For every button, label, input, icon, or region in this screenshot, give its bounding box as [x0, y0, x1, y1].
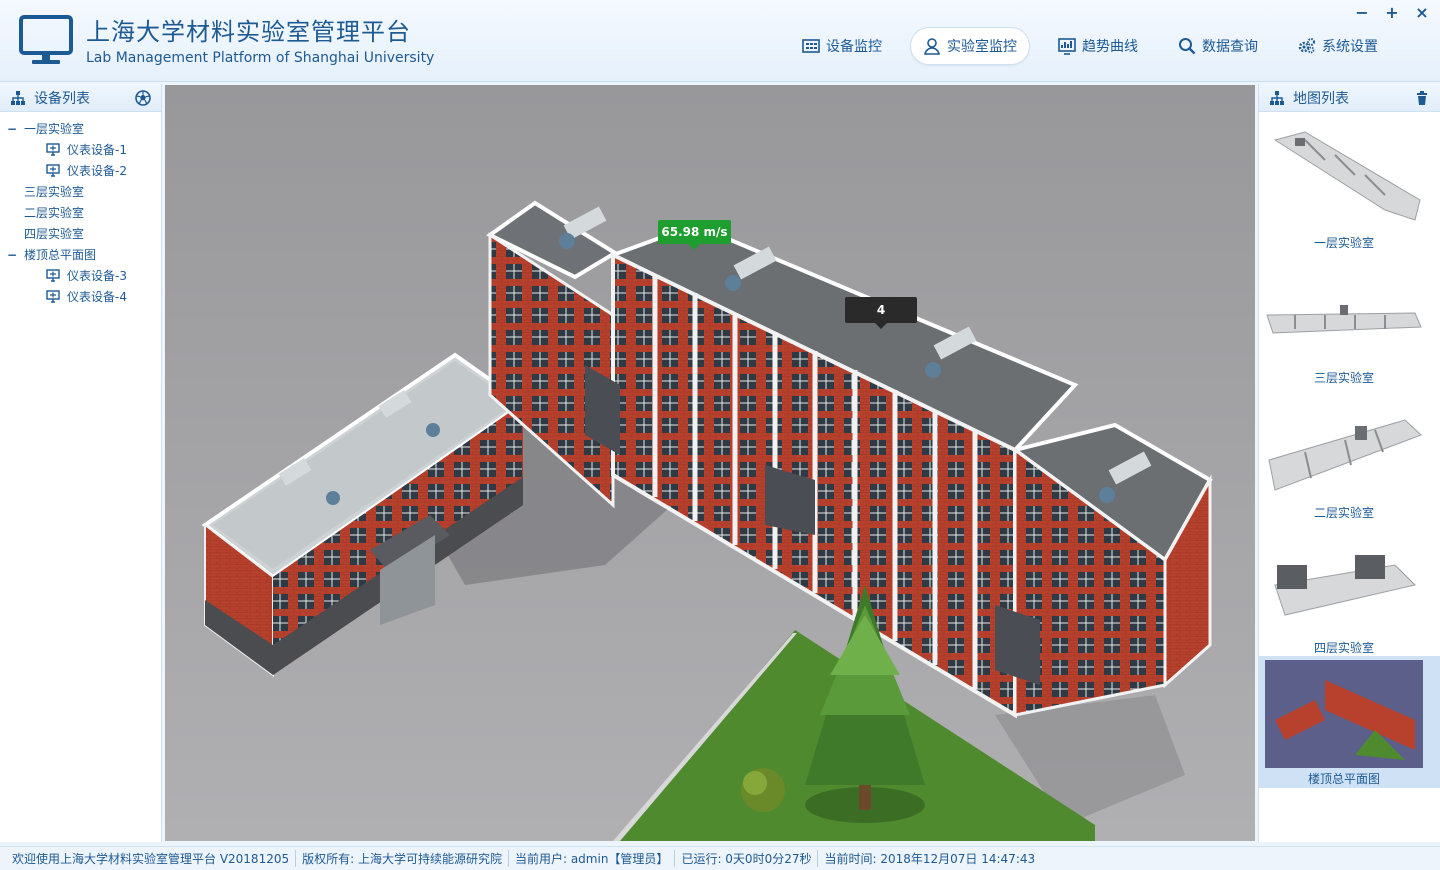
tree-node-label: 四层实验室: [24, 227, 85, 241]
nav-label: 数据查询: [1202, 39, 1258, 55]
map-list-title: 地图列表: [1293, 90, 1349, 107]
app-header: 上海大学材料实验室管理平台 Lab Management Platform of…: [0, 0, 1440, 82]
floor1-thumbnail: [1273, 131, 1421, 221]
app-subtitle: Lab Management Platform of Shanghai Univ…: [86, 50, 435, 66]
status-uptime: 已运行: 0天0时0分27秒: [675, 850, 819, 867]
nav-label: 实验室监控: [947, 39, 1017, 55]
tree-item-label: 仪表设备-4: [67, 290, 127, 304]
sensor-value-tag[interactable]: 65.98 m/s: [658, 220, 731, 250]
monitor-icon: [19, 15, 73, 64]
tree-item-device-2[interactable]: 仪表设备-2: [0, 160, 161, 181]
tree-item-label: 仪表设备-2: [67, 164, 127, 178]
map-item-label: 四层实验室: [1313, 641, 1374, 655]
user-location-icon: [923, 38, 941, 55]
status-user: 当前用户: admin【管理员】: [509, 850, 676, 867]
campus-3d-model: [165, 85, 1255, 841]
map-item-floor3[interactable]: 三层实验室: [1259, 251, 1440, 385]
tree-item-device-3[interactable]: 仪表设备-3: [0, 265, 161, 286]
nav-system-settings[interactable]: 系统设置: [1286, 27, 1390, 65]
map-item-floor4[interactable]: 四层实验室: [1259, 521, 1440, 655]
gears-icon: [1298, 38, 1315, 54]
grid-icon: [802, 39, 820, 53]
tree-node-label: 二层实验室: [24, 206, 85, 220]
nav-trend-curve[interactable]: 趋势曲线: [1046, 27, 1150, 65]
device-monitor-icon: [46, 269, 60, 282]
status-bar: 欢迎使用上海大学材料实验室管理平台 V20181205 版权所有: 上海大学可持…: [0, 846, 1440, 870]
device-list-panel: 设备列表 − 一层实验室 仪表设备-1 仪表设备-2 三层实验室 二层实验室 四…: [0, 84, 162, 842]
collapse-toggle[interactable]: −: [0, 248, 24, 262]
tree-node-label: 楼顶总平面图: [24, 248, 97, 262]
nav-data-query[interactable]: 数据查询: [1166, 27, 1270, 65]
device-tree: − 一层实验室 仪表设备-1 仪表设备-2 三层实验室 二层实验室 四层实验室 …: [0, 112, 161, 307]
nav-device-monitor[interactable]: 设备监控: [790, 27, 894, 65]
tree-node-floor3[interactable]: 三层实验室: [0, 181, 161, 202]
status-welcome: 欢迎使用上海大学材料实验室管理平台 V20181205: [6, 850, 297, 867]
tree-node-label: 一层实验室: [24, 122, 85, 136]
device-monitor-icon: [46, 290, 60, 303]
nav-label: 趋势曲线: [1082, 39, 1138, 55]
chart-icon: [1058, 38, 1076, 55]
shrub: [741, 768, 785, 812]
device-monitor-icon: [46, 143, 60, 156]
device-monitor-icon: [46, 164, 60, 177]
3d-scene-viewport[interactable]: 65.98 m/s 4: [165, 85, 1255, 841]
tree-node-label: 三层实验室: [24, 185, 85, 199]
nav-label: 系统设置: [1322, 39, 1378, 55]
floor3-thumbnail: [1266, 305, 1422, 334]
tree-node-floor1[interactable]: − 一层实验室: [0, 118, 161, 139]
window-controls: − + ×: [1354, 3, 1430, 22]
maximize-button[interactable]: +: [1384, 3, 1400, 22]
map-item-label: 二层实验室: [1313, 506, 1374, 520]
nav-lab-monitor[interactable]: 实验室监控: [910, 27, 1030, 65]
app-title: 上海大学材料实验室管理平台: [86, 18, 411, 46]
search-icon: [1179, 38, 1196, 55]
tree-node-floor2[interactable]: 二层实验室: [0, 202, 161, 223]
map-item-label: 一层实验室: [1313, 236, 1374, 250]
map-item-floor1[interactable]: 一层实验室: [1259, 116, 1440, 250]
sitemap-icon: [1270, 90, 1284, 105]
sitemap-icon: [11, 90, 25, 105]
floor4-thumbnail: [1274, 555, 1416, 616]
device-list-title: 设备列表: [34, 90, 90, 107]
tree-node-roof[interactable]: − 楼顶总平面图: [0, 244, 161, 265]
minimize-button[interactable]: −: [1354, 3, 1370, 22]
main-nav: 设备监控 实验室监控 趋势曲线 数据查询 系统设置: [790, 27, 1406, 65]
map-item-roof[interactable]: 楼顶总平面图: [1259, 656, 1440, 788]
soccer-ball-icon[interactable]: [135, 90, 151, 106]
nav-label: 设备监控: [826, 39, 882, 55]
tree-item-device-1[interactable]: 仪表设备-1: [0, 139, 161, 160]
device-number-tag[interactable]: 4: [845, 297, 917, 329]
status-time: 当前时间: 2018年12月07日 14:47:43: [824, 852, 1036, 866]
map-item-label: 楼顶总平面图: [1307, 772, 1380, 786]
map-list-panel: 地图列表 一层实验室 三层实验室 二层实验室 四层实验室 楼顶总平面图: [1258, 84, 1440, 842]
tree-item-label: 仪表设备-3: [67, 269, 127, 283]
device-list-header: 设备列表: [0, 84, 161, 112]
roof-thumbnail: [1265, 660, 1423, 768]
collapse-toggle[interactable]: −: [0, 122, 24, 136]
close-button[interactable]: ×: [1414, 3, 1430, 22]
status-copyright: 版权所有: 上海大学可持续能源研究院: [296, 850, 509, 867]
tree-item-device-4[interactable]: 仪表设备-4: [0, 286, 161, 307]
map-item-floor2[interactable]: 二层实验室: [1259, 386, 1440, 520]
floor2-thumbnail: [1268, 419, 1422, 491]
tree-node-floor4[interactable]: 四层实验室: [0, 223, 161, 244]
trash-icon[interactable]: [1414, 90, 1430, 106]
map-list-header: 地图列表: [1259, 84, 1440, 112]
tree-item-label: 仪表设备-1: [67, 143, 127, 157]
map-item-label: 三层实验室: [1313, 371, 1374, 385]
